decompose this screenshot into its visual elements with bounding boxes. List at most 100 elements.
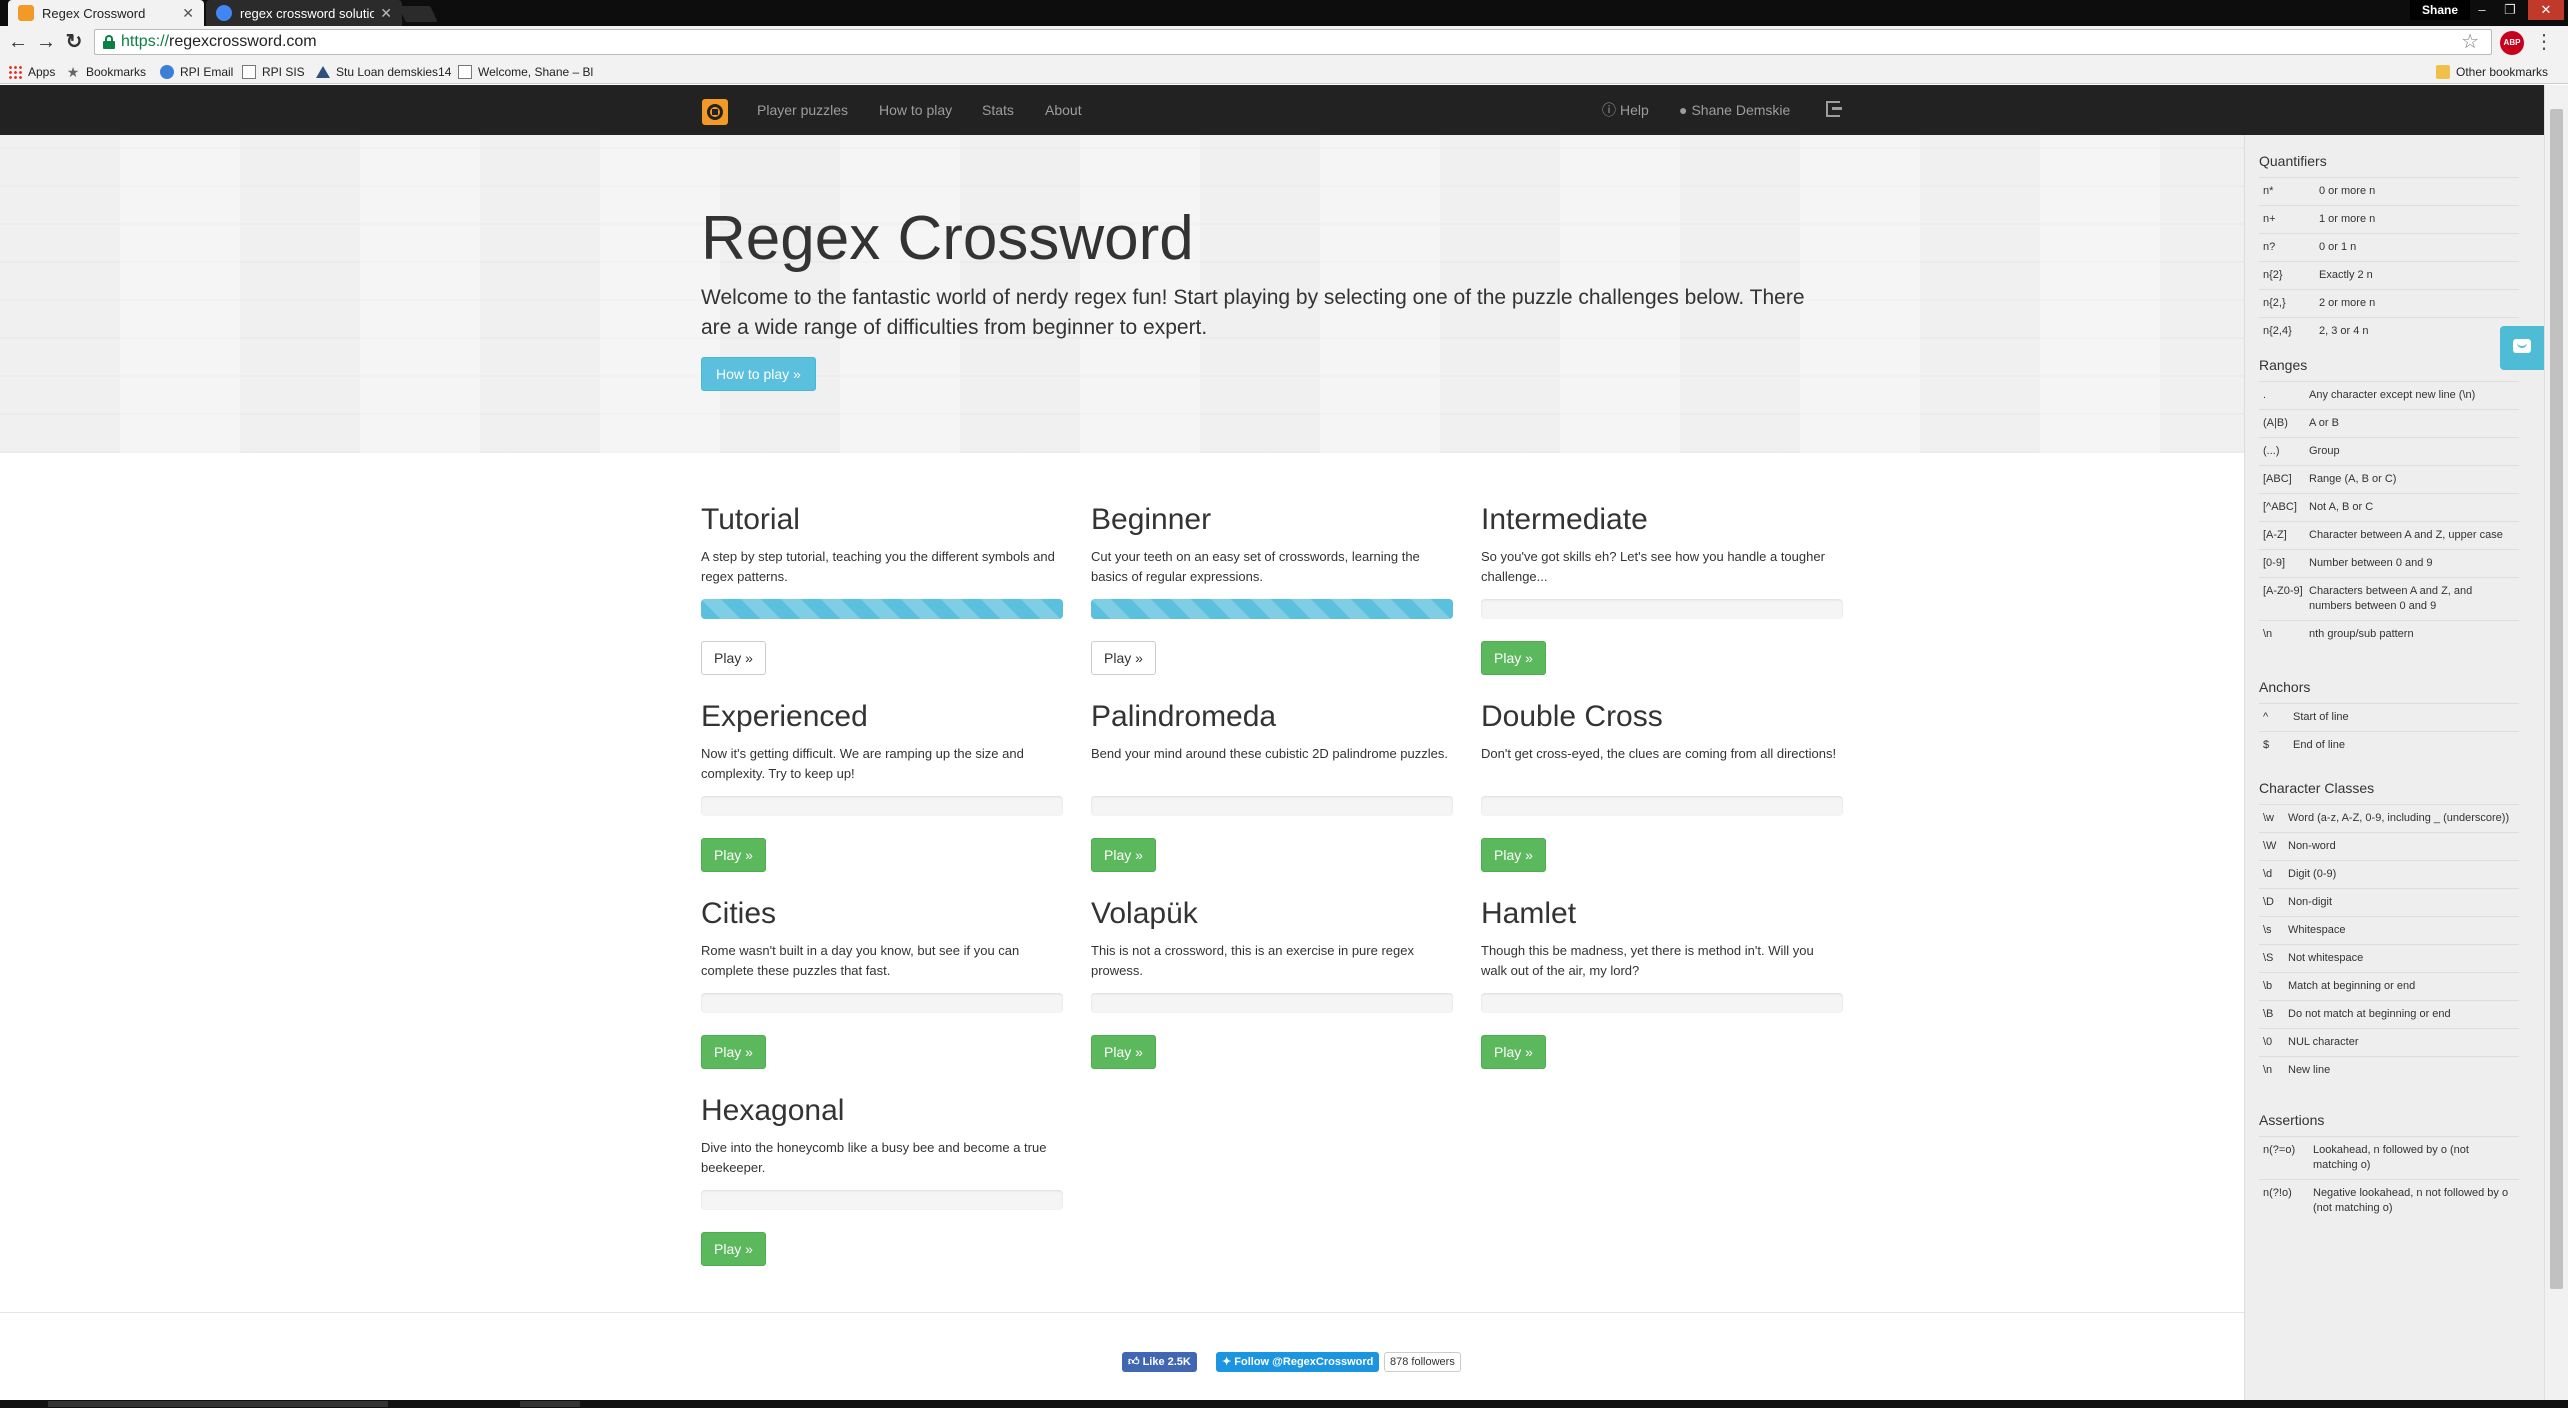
cheat-section-title: Character Classes (2259, 780, 2375, 796)
cheat-meaning: nth group/sub pattern (2309, 628, 2414, 640)
close-window-icon[interactable]: ✕ (2528, 0, 2564, 20)
cheat-token: \d (2263, 868, 2273, 880)
puzzle-title: Cities (701, 897, 777, 930)
close-tab-icon[interactable]: ✕ (182, 5, 194, 22)
thumbs-up-icon: 👍︎ (1128, 1356, 1143, 1368)
cheat-meaning: Not whitespace (2288, 952, 2364, 964)
chat-bubble-icon (2513, 339, 2531, 353)
cheat-meaning: A or B (2309, 417, 2339, 429)
cheat-meaning: 1 or more n (2319, 213, 2376, 225)
puzzle-progress-bar (1481, 993, 1843, 1013)
page-scrollbar[interactable] (2544, 85, 2568, 1408)
cheat-token: \S (2263, 952, 2274, 964)
document-icon (242, 65, 256, 79)
cheat-row: \n New line (2259, 1056, 2519, 1084)
reload-icon[interactable]: ↻ (62, 30, 86, 54)
cheat-row: [A-Z0-9] Characters between A and Z, and … (2259, 577, 2519, 620)
cheat-section-character-classes: Character Classes \w Word (a-z, A-Z, 0-9,… (2259, 780, 2519, 1084)
bookmark-stu-loan[interactable]: Stu Loan demskies14 (316, 60, 451, 84)
play-button[interactable]: Play » (1091, 641, 1156, 675)
play-button[interactable]: Play » (1481, 1035, 1546, 1069)
regex-crossword-logo[interactable] (702, 99, 728, 125)
puzzle-title: Hexagonal (701, 1094, 845, 1127)
address-bar[interactable]: https://regexcrossword.com ☆ (94, 29, 2492, 55)
tab-regex-crossword[interactable]: Regex Crossword ✕ (8, 0, 204, 26)
cheat-token: n(?!o) (2263, 1187, 2292, 1199)
cheat-meaning: Word (a-z, A-Z, 0-9, including _ (unders… (2288, 812, 2510, 824)
regex-cheat-sheet: Quantifiers n* 0 or more n n+ 1 or more n n?… (2244, 135, 2544, 1408)
adblock-plus-icon[interactable]: ABP (2500, 31, 2524, 55)
cheat-token: ^ (2263, 711, 2269, 723)
cheat-meaning: Non-digit (2288, 896, 2333, 908)
puzzle-description: Though this be madness, yet there is met… (1481, 943, 1814, 978)
nav-stats[interactable]: Stats (982, 85, 1014, 135)
nav-how-to-play[interactable]: How to play (879, 85, 952, 135)
nav-about[interactable]: About (1045, 85, 1082, 135)
cheat-row: [A-Z] Character between A and Z, upper ca… (2259, 521, 2519, 549)
cheat-row: ^ Start of line (2259, 703, 2519, 731)
play-button[interactable]: Play » (701, 1232, 766, 1266)
bookmark-welcome-shane[interactable]: Welcome, Shane – Bl (458, 60, 593, 84)
cheat-token: n? (2263, 241, 2276, 253)
cheat-section-assertions: Assertions n(?=o) Lookahead, n followed b… (2259, 1112, 2519, 1222)
play-button[interactable]: Play » (701, 838, 766, 872)
hero-banner: Regex Crossword Welcome to the fantastic… (0, 135, 2244, 453)
tab-search-results[interactable]: regex crossword solution ✕ (206, 0, 402, 26)
page-viewport: Player puzzles How to play Stats About ⓘ… (0, 85, 2568, 1408)
bookmark-other-bookmarks[interactable]: Other bookmarks (2436, 60, 2548, 84)
cheat-row: \B Do not match at beginning or end (2259, 1000, 2519, 1028)
forward-arrow-icon[interactable]: → (34, 30, 58, 54)
bookmark-rpi-email[interactable]: RPI Email (160, 60, 233, 84)
cheat-row: \d Digit (0-9) (2259, 860, 2519, 888)
os-taskbar (0, 1400, 2568, 1408)
play-button[interactable]: Play » (1481, 641, 1546, 675)
footer-divider (0, 1312, 2244, 1313)
twitter-follow-label: Follow @RegexCrossword (1234, 1356, 1374, 1368)
play-button[interactable]: Play » (701, 641, 766, 675)
how-to-play-button[interactable]: How to play » (701, 357, 816, 391)
bookmark-apps[interactable]: Apps (8, 60, 55, 84)
cheat-meaning: 0 or 1 n (2319, 241, 2357, 253)
puzzle-title: Beginner (1091, 503, 1212, 536)
minimize-icon[interactable]: – (2468, 0, 2496, 20)
twitter-follow-button[interactable]: ✦ Follow @RegexCrossword (1216, 1352, 1380, 1372)
play-button[interactable]: Play » (1091, 838, 1156, 872)
scrollbar-thumb[interactable] (2550, 109, 2563, 1289)
cheat-row: [^ABC] Not A, B or C (2259, 493, 2519, 521)
bookmark-bookmarks[interactable]: ★ Bookmarks (66, 60, 146, 84)
facebook-like-label: Like 2.5K (1142, 1356, 1191, 1368)
cheat-meaning: 0 or more n (2319, 185, 2376, 197)
profile-button[interactable]: Shane (2410, 0, 2471, 20)
tab-title: Regex Crossword (42, 5, 146, 21)
nav-user-profile[interactable]: ● Shane Demskie (1679, 85, 1790, 135)
browser-menu-icon[interactable]: ⋮ (2534, 30, 2554, 54)
cheat-meaning: Digit (0-9) (2288, 868, 2337, 880)
bookmark-rpi-sis[interactable]: RPI SIS (242, 60, 305, 84)
bookmarks-bar: Apps ★ Bookmarks RPI Email RPI SIS Stu Lo… (0, 60, 2568, 84)
cheat-token: [A-Z] (2263, 529, 2287, 541)
nav-player-puzzles[interactable]: Player puzzles (757, 85, 848, 135)
close-tab-icon[interactable]: ✕ (380, 5, 392, 22)
puzzle-card-intermediate: Intermediate So you've got skills eh? Le… (1481, 503, 1843, 675)
new-tab-button[interactable] (398, 6, 438, 22)
site-navbar: Player puzzles How to play Stats About ⓘ… (0, 85, 2544, 135)
back-arrow-icon[interactable]: ← (6, 30, 30, 54)
cheat-row: \b Match at beginning or end (2259, 972, 2519, 1000)
nav-help[interactable]: ⓘ Help (1602, 85, 1649, 135)
star-icon: ★ (66, 64, 80, 80)
puzzle-card-cities: Cities Rome wasn't built in a day you kn… (701, 897, 1063, 1069)
puzzle-title: Palindromeda (1091, 700, 1277, 733)
bookmark-star-icon[interactable]: ☆ (2461, 30, 2479, 54)
puzzle-description: Now it's getting difficult. We are rampi… (701, 746, 1024, 781)
play-button[interactable]: Play » (1481, 838, 1546, 872)
play-button[interactable]: Play » (1091, 1035, 1156, 1069)
cheat-meaning: Range (A, B or C) (2309, 473, 2397, 485)
restore-icon[interactable]: ❐ (2496, 0, 2524, 20)
play-button[interactable]: Play » (701, 1035, 766, 1069)
sign-out-icon[interactable] (1826, 101, 1842, 117)
feedback-widget-button[interactable] (2500, 326, 2544, 370)
twitter-follower-count: 878 followers (1384, 1352, 1461, 1372)
facebook-like-button[interactable]: 👍︎ Like 2.5K (1122, 1352, 1197, 1372)
puzzle-title: Experienced (701, 700, 868, 733)
puzzle-description: Rome wasn't built in a day you know, but… (701, 943, 1020, 978)
